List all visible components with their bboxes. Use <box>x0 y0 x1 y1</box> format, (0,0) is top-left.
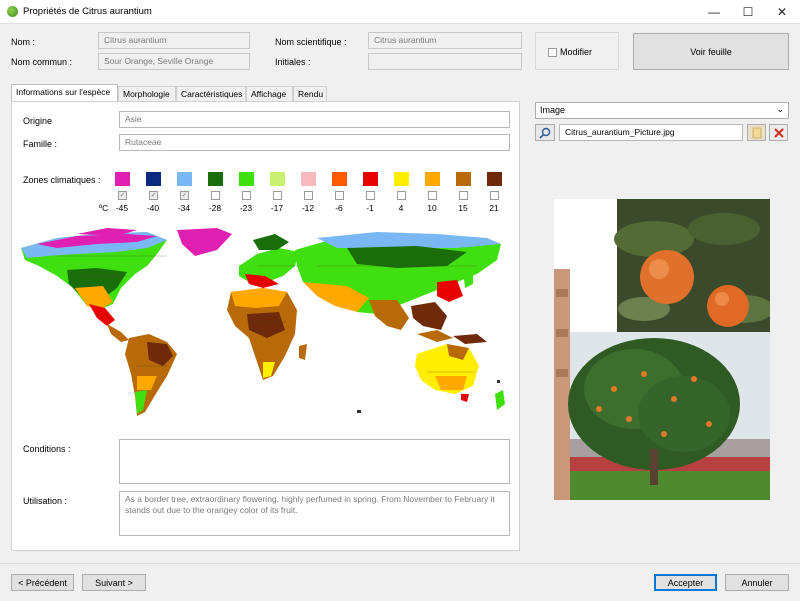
climate-zone-temperature: -17 <box>270 203 284 213</box>
utilisation-label: Utilisation : <box>23 496 68 506</box>
climate-zone-checkbox[interactable] <box>211 191 220 200</box>
famille-field[interactable]: Rutaceae <box>119 134 510 151</box>
chevron-down-icon: ⌄ <box>776 104 784 114</box>
climate-zone-swatch <box>487 172 502 186</box>
climate-zone-swatch <box>363 172 378 186</box>
voir-feuille-button[interactable]: Voir feuille <box>633 33 789 70</box>
species-picture <box>554 199 770 500</box>
climate-zone-swatch <box>456 172 471 186</box>
nom-commun-label: Nom commun : <box>11 57 73 67</box>
utilisation-field[interactable]: As a border tree, extraordinary flowerin… <box>119 491 510 536</box>
climate-zone-swatch <box>208 172 223 186</box>
climate-zone-temperature: 15 <box>458 203 468 213</box>
climate-zone-temperature: -34 <box>177 203 191 213</box>
climate-zone-swatch <box>332 172 347 186</box>
climate-zone-checkbox[interactable] <box>304 191 313 200</box>
climate-zone-swatch <box>301 172 316 186</box>
climate-zone-temperature: -12 <box>301 203 315 213</box>
window-title: Propriétés de Citrus aurantium <box>23 6 152 17</box>
climate-zone-temperature: 4 <box>398 203 404 213</box>
conditions-label: Conditions : <box>23 444 71 454</box>
climate-zone-map <box>17 226 511 422</box>
tab-morphologie[interactable]: Morphologie <box>118 86 176 101</box>
climate-zone-temperature: -1 <box>366 203 374 213</box>
nom-commun-field[interactable]: Sour Orange, Seville Orange <box>98 53 250 70</box>
climate-zone-temperature: 21 <box>489 203 499 213</box>
tab-informations[interactable]: Informations sur l'espèce <box>11 84 118 102</box>
climate-zone-checkbox[interactable]: ✓ <box>180 191 189 200</box>
climate-zone-temperature: -28 <box>208 203 222 213</box>
image-type-select[interactable]: Image ⌄ <box>535 102 789 119</box>
climate-zone-checkbox[interactable] <box>490 191 499 200</box>
climate-zone-temperature: -23 <box>239 203 253 213</box>
magnifier-icon <box>539 127 551 139</box>
modifier-label: Modifier <box>560 47 593 57</box>
climate-zones: ✓ -45 ✓ -40 ✓ -34 -28 -23 -17 -12 -6 -1 4 10 15 21 <box>115 172 515 216</box>
tab-rendu[interactable]: Rendu <box>293 86 327 101</box>
initiales-field[interactable] <box>368 53 522 70</box>
climate-zone-checkbox[interactable]: ✓ <box>149 191 158 200</box>
climate-zone-temperature: 10 <box>427 203 437 213</box>
accept-button[interactable]: Accepter <box>654 574 717 591</box>
origine-label: Origine <box>23 116 53 126</box>
minimize-button[interactable]: — <box>697 0 731 24</box>
climate-zone-temperature: -6 <box>335 203 343 213</box>
climate-zone-swatch <box>177 172 192 186</box>
delete-image-button[interactable] <box>769 124 788 141</box>
climate-zone-checkbox[interactable] <box>242 191 251 200</box>
nom-field[interactable]: Citrus aurantium <box>98 32 250 49</box>
species-info-panel: Origine Asie Famille : Rutaceae Zones cl… <box>11 101 520 551</box>
climate-zone-checkbox[interactable] <box>366 191 375 200</box>
title-bar: Propriétés de Citrus aurantium — ☐ ✕ <box>0 0 800 24</box>
tab-affichage[interactable]: Affichage <box>246 86 293 101</box>
climate-zone-checkbox[interactable] <box>428 191 437 200</box>
browse-image-button[interactable] <box>747 124 766 141</box>
celsius-unit: ºC <box>99 203 109 213</box>
maximize-button[interactable]: ☐ <box>731 0 765 24</box>
folder-icon <box>752 127 761 138</box>
nom-scientifique-field[interactable]: Citrus aurantium <box>368 32 522 49</box>
climate-zone-swatch <box>115 172 130 186</box>
modifier-group: Modifier <box>535 32 619 70</box>
climate-zone-checkbox[interactable] <box>335 191 344 200</box>
modifier-checkbox[interactable] <box>548 48 557 57</box>
climate-zone-swatch <box>425 172 440 186</box>
climate-zone-swatch <box>270 172 285 186</box>
next-button[interactable]: Suivant > <box>82 574 146 591</box>
nom-scientifique-label: Nom scientifique : <box>275 37 347 47</box>
climate-zone-checkbox[interactable] <box>397 191 406 200</box>
climate-zone-checkbox[interactable] <box>273 191 282 200</box>
nom-label: Nom : <box>11 37 36 47</box>
search-image-button[interactable] <box>535 124 555 141</box>
climate-zone-swatch <box>394 172 409 186</box>
climate-zone-swatch <box>239 172 254 186</box>
conditions-field[interactable] <box>119 439 510 484</box>
climate-zone-checkbox[interactable]: ✓ <box>118 191 127 200</box>
initiales-label: Initiales : <box>275 57 311 67</box>
climate-zone-swatch <box>146 172 161 186</box>
footer-separator <box>0 563 800 564</box>
famille-label: Famille : <box>23 139 58 149</box>
app-icon <box>7 6 18 17</box>
climate-zone-temperature: -40 <box>146 203 160 213</box>
cancel-button[interactable]: Annuler <box>725 574 789 591</box>
climate-zone-temperature: -45 <box>115 203 129 213</box>
climate-zone-checkbox[interactable] <box>459 191 468 200</box>
tab-caracteristiques[interactable]: Caractéristiques <box>176 86 246 101</box>
zones-label: Zones climatiques : <box>23 175 101 185</box>
delete-icon <box>773 127 784 138</box>
image-type-value: Image <box>540 105 566 115</box>
previous-button[interactable]: < Précédent <box>11 574 74 591</box>
close-button[interactable]: ✕ <box>765 0 799 24</box>
origine-field[interactable]: Asie <box>119 111 510 128</box>
image-filename-field[interactable]: Citrus_aurantium_Picture.jpg <box>559 124 743 141</box>
